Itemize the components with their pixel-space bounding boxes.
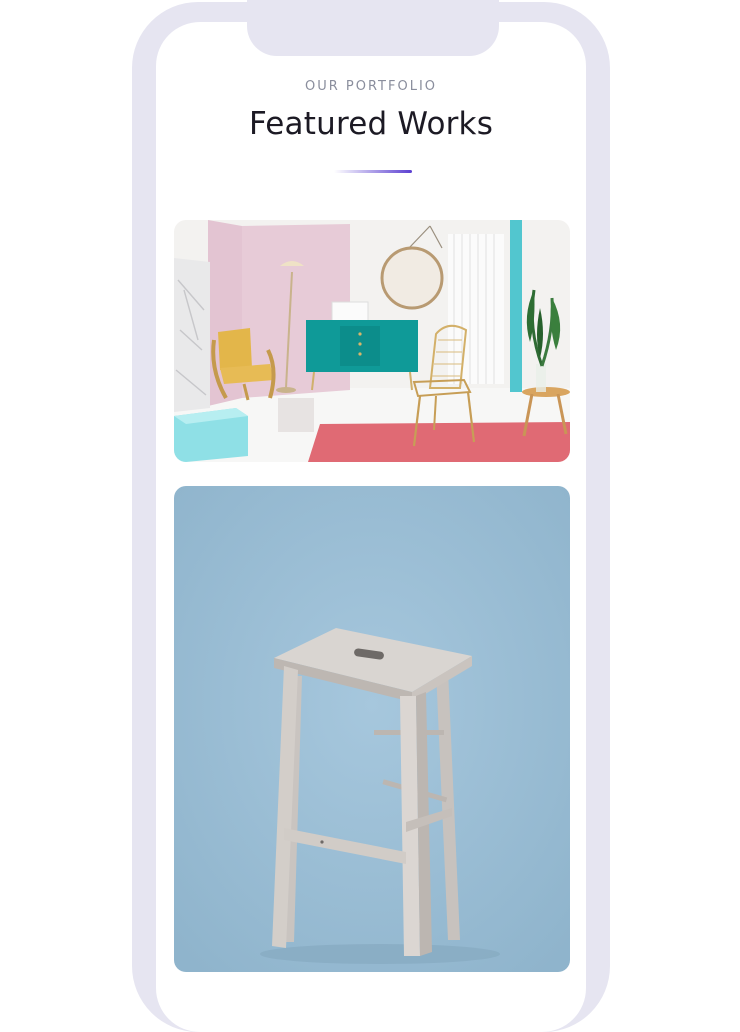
wooden-stool-photo: [174, 486, 570, 972]
section-eyebrow: OUR PORTFOLIO: [304, 79, 438, 94]
title-underline: [334, 170, 412, 173]
pastel-interior-photo: [174, 220, 570, 462]
portfolio-card-stool[interactable]: [174, 486, 570, 972]
phone-notch: [247, 0, 499, 56]
section-title: Featured Works: [248, 106, 494, 142]
portfolio-card-interior[interactable]: [174, 220, 570, 462]
